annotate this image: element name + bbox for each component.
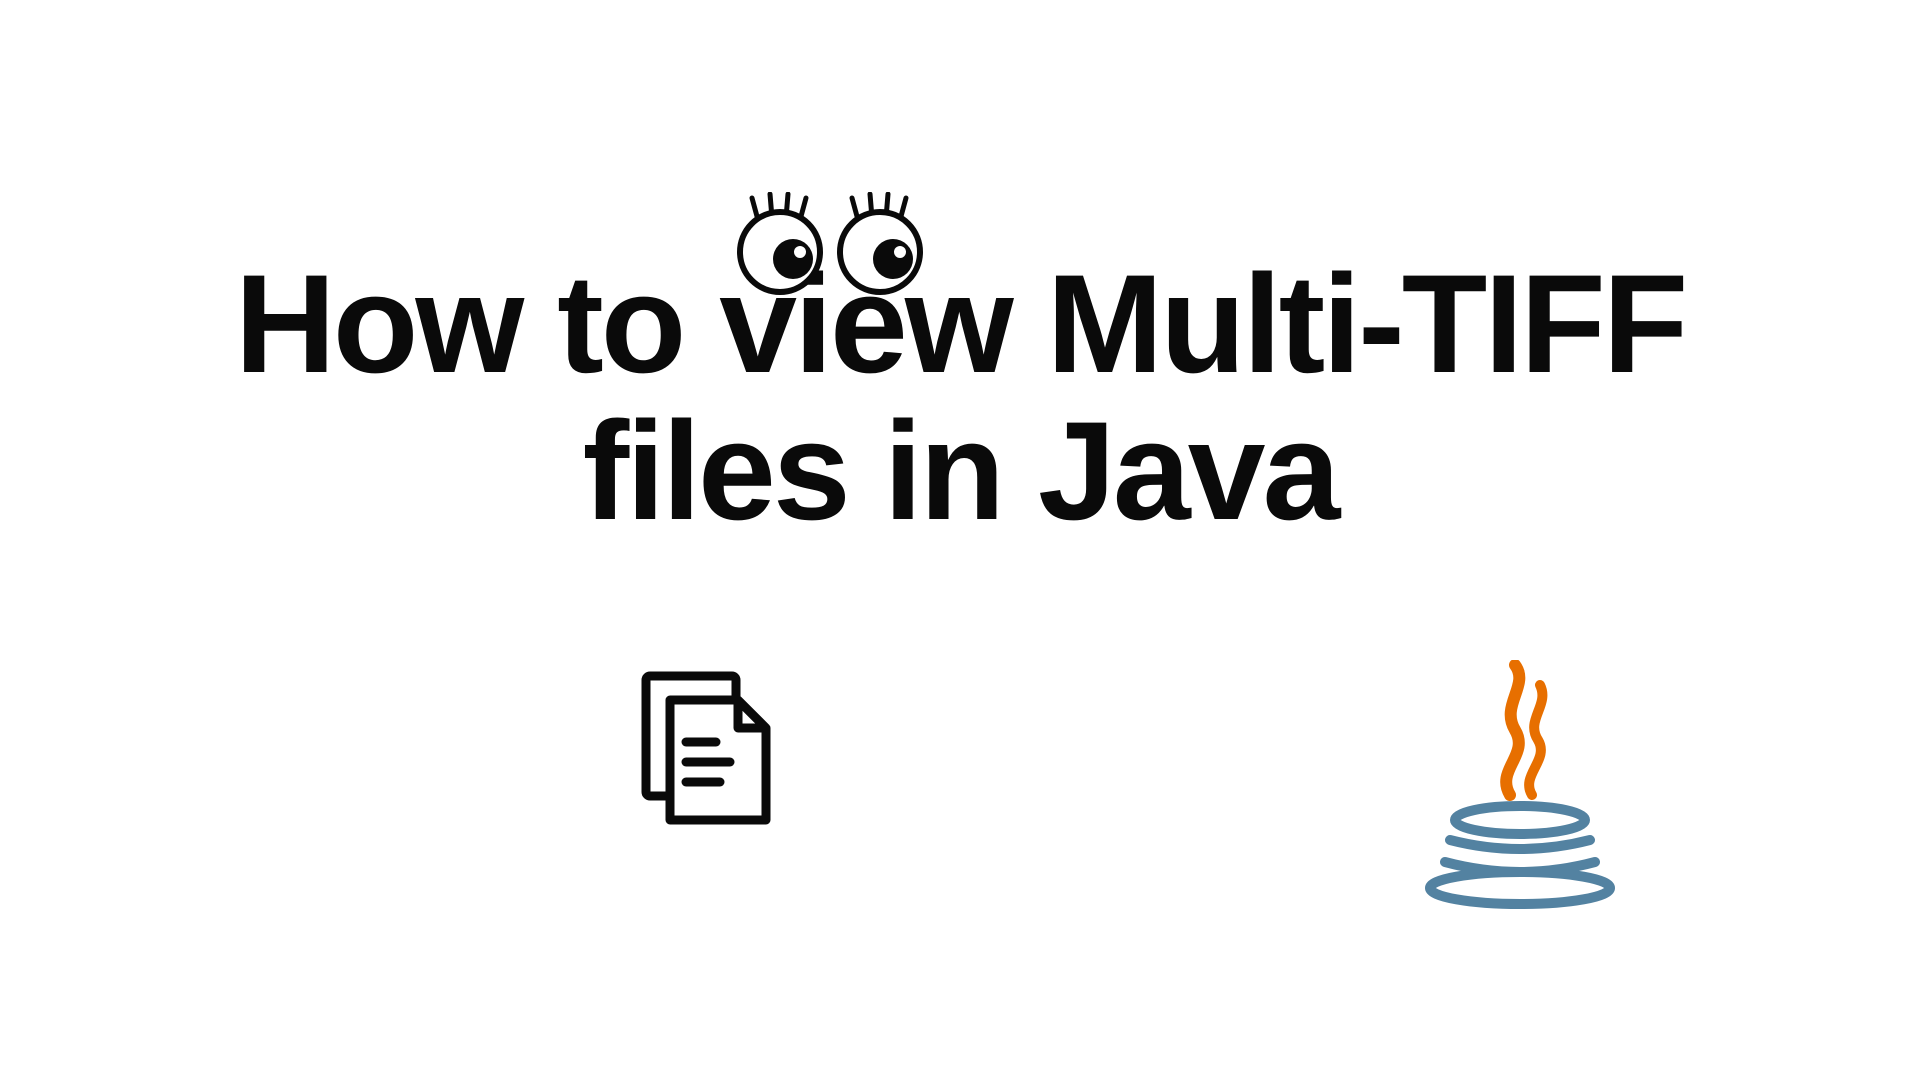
title-line-2: files in Java — [160, 397, 1760, 544]
java-logo-icon — [1420, 660, 1620, 925]
eyes-icon — [720, 192, 940, 307]
title-container: How to view Multi-TIFF files in Java — [160, 250, 1760, 544]
files-icon — [640, 670, 780, 835]
page-title: How to view Multi-TIFF files in Java — [160, 250, 1760, 544]
title-line-1: How to view Multi-TIFF — [160, 250, 1760, 397]
